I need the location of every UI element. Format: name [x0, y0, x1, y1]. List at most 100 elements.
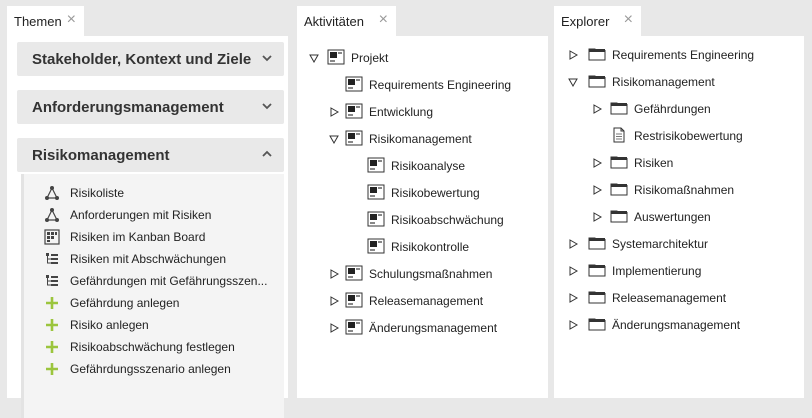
tree-item-label: Releasemanagement: [612, 291, 727, 305]
explorer-tab[interactable]: Explorer ×: [554, 6, 641, 36]
chevron-down-icon: [262, 55, 272, 62]
activity-icon: [345, 265, 369, 284]
tree-item-activity-3[interactable]: Risikoanalyse: [297, 156, 548, 176]
tree-item-label: Requirements Engineering: [369, 78, 512, 92]
hierarchy-icon: [44, 251, 60, 267]
collapsed-toggle-icon[interactable]: [568, 293, 578, 303]
collapsed-toggle-icon[interactable]: [592, 104, 602, 114]
themen-body: Stakeholder, Kontext und Ziele Anforderu…: [7, 36, 288, 418]
collapsed-toggle-icon[interactable]: [329, 269, 339, 279]
tree-item-explorer-8[interactable]: Implementierung: [554, 261, 804, 281]
list-item-kanban[interactable]: Risiken im Kanban Board: [44, 227, 205, 247]
activity-icon: [367, 211, 391, 230]
collapsed-toggle-icon[interactable]: [592, 185, 602, 195]
aktivitaeten-body: Projekt Requirements Engineering Entwickl…: [297, 36, 548, 398]
activity-icon: [345, 319, 369, 338]
themen-tab[interactable]: Themen ×: [7, 6, 84, 36]
aktivitaeten-tab-title: Aktivitäten: [304, 13, 364, 29]
list-item-label: Risikoabschwächung festlegen: [70, 340, 235, 354]
explorer-body: Requirements Engineering Risikomanagement…: [554, 36, 804, 398]
tree-item-label: Risikomanagement: [612, 75, 715, 89]
list-item-gefaehrdung-anlegen[interactable]: Gefährdung anlegen: [44, 293, 179, 313]
tree-item-label: Restrisikobewertung: [634, 129, 743, 143]
collapsed-toggle-icon[interactable]: [329, 296, 339, 306]
tree-item-label: Risikobewertung: [391, 186, 480, 200]
aktivitaeten-panel: Aktivitäten × Projekt Requirements Engin…: [297, 6, 548, 398]
expanded-toggle-icon[interactable]: [329, 134, 339, 144]
hierarchy-icon: [44, 273, 60, 289]
document-icon: [610, 127, 634, 146]
tree-item-label: Risikoanalyse: [391, 159, 466, 173]
accordion-risikomanagement[interactable]: Risikomanagement: [17, 138, 284, 172]
tree-item-explorer-2[interactable]: Gefährdungen: [554, 99, 804, 119]
collapsed-toggle-icon[interactable]: [568, 266, 578, 276]
tree-item-label: Auswertungen: [634, 210, 711, 224]
tree-item-activity-9[interactable]: Änderungsmanagement: [297, 318, 548, 338]
tree-item-activity-6[interactable]: Risikokontrolle: [297, 237, 548, 257]
list-item-risiken-abschwaechungen[interactable]: Risiken mit Abschwächungen: [44, 249, 226, 269]
tree-item-projekt[interactable]: Projekt: [309, 48, 388, 68]
tree-item-explorer-9[interactable]: Releasemanagement: [554, 288, 804, 308]
activity-icon: [345, 130, 369, 149]
activity-icon: [345, 76, 369, 95]
close-icon[interactable]: ×: [379, 12, 388, 28]
list-item-gefaehrdungsszenario[interactable]: Gefährdungsszenario anlegen: [44, 359, 231, 379]
expanded-toggle-icon[interactable]: [309, 53, 319, 63]
list-item-risiko-anlegen[interactable]: Risiko anlegen: [44, 315, 149, 335]
explorer-panel: Explorer × Requirements Engineering Risik…: [554, 6, 804, 398]
accordion-label: Anforderungsmanagement: [32, 98, 224, 116]
tree-item-activity-5[interactable]: Risikoabschwächung: [297, 210, 548, 230]
tree-item-explorer-5[interactable]: Risikomaßnahmen: [554, 180, 804, 200]
tree-item-explorer-4[interactable]: Risiken: [554, 153, 804, 173]
collapsed-toggle-icon[interactable]: [592, 158, 602, 168]
collapsed-toggle-icon[interactable]: [329, 323, 339, 333]
activity-icon: [367, 184, 391, 203]
list-item-risikoabschwaechung[interactable]: Risikoabschwächung festlegen: [44, 337, 235, 357]
list-item-anforderungen-mit-risiken[interactable]: Anforderungen mit Risiken: [44, 205, 211, 225]
chevron-down-icon: [262, 103, 272, 110]
close-icon[interactable]: ×: [624, 12, 633, 28]
folder-icon: [588, 262, 612, 281]
collapsed-toggle-icon[interactable]: [568, 320, 578, 330]
tree-item-activity-2[interactable]: Risikomanagement: [297, 129, 548, 149]
close-icon[interactable]: ×: [67, 12, 76, 28]
activity-icon: [345, 103, 369, 122]
accordion-label: Risikomanagement: [32, 146, 170, 164]
list-item-gefaehrdungen-szenarien[interactable]: Gefährdungen mit Gefährungsszen...: [44, 271, 267, 291]
collapsed-toggle-icon[interactable]: [329, 107, 339, 117]
collapsed-toggle-icon[interactable]: [568, 50, 578, 60]
tree-item-activity-8[interactable]: Releasemanagement: [297, 291, 548, 311]
themen-tab-title: Themen: [14, 13, 62, 29]
tree-item-label: Änderungsmanagement: [612, 318, 741, 332]
tree-item-activity-0[interactable]: Requirements Engineering: [297, 75, 548, 95]
tree-item-activity-7[interactable]: Schulungsmaßnahmen: [297, 264, 548, 284]
folder-icon: [610, 154, 634, 173]
tree-item-label: Systemarchitektur: [612, 237, 709, 251]
tree-item-explorer-3[interactable]: Restrisikobewertung: [554, 126, 804, 146]
collapsed-toggle-icon[interactable]: [592, 212, 602, 222]
tree-item-explorer-7[interactable]: Systemarchitektur: [554, 234, 804, 254]
folder-icon: [588, 235, 612, 254]
aktivitaeten-tab[interactable]: Aktivitäten ×: [297, 6, 396, 36]
folder-icon: [610, 100, 634, 119]
tree-item-explorer-1[interactable]: Risikomanagement: [554, 72, 804, 92]
list-item-label: Risiko anlegen: [70, 318, 149, 332]
tree-item-activity-1[interactable]: Entwicklung: [297, 102, 548, 122]
explorer-tab-title: Explorer: [561, 13, 610, 29]
list-item-label: Anforderungen mit Risiken: [70, 208, 212, 222]
plus-icon: [44, 339, 60, 355]
tree-item-activity-4[interactable]: Risikobewertung: [297, 183, 548, 203]
tree-item-label: Risikokontrolle: [391, 240, 470, 254]
accordion-label: Stakeholder, Kontext und Ziele: [32, 50, 252, 68]
folder-icon: [588, 316, 612, 335]
tree-item-explorer-10[interactable]: Änderungsmanagement: [554, 315, 804, 335]
folder-icon: [610, 181, 634, 200]
list-item-risikoliste[interactable]: Risikoliste: [44, 183, 124, 203]
expanded-toggle-icon[interactable]: [568, 77, 578, 87]
accordion-anforderungsmanagement[interactable]: Anforderungsmanagement: [17, 90, 284, 124]
tree-item-label: Entwicklung: [369, 105, 434, 119]
collapsed-toggle-icon[interactable]: [568, 239, 578, 249]
tree-item-explorer-6[interactable]: Auswertungen: [554, 207, 804, 227]
tree-item-explorer-0[interactable]: Requirements Engineering: [554, 45, 804, 65]
accordion-stakeholder[interactable]: Stakeholder, Kontext und Ziele: [17, 42, 284, 76]
